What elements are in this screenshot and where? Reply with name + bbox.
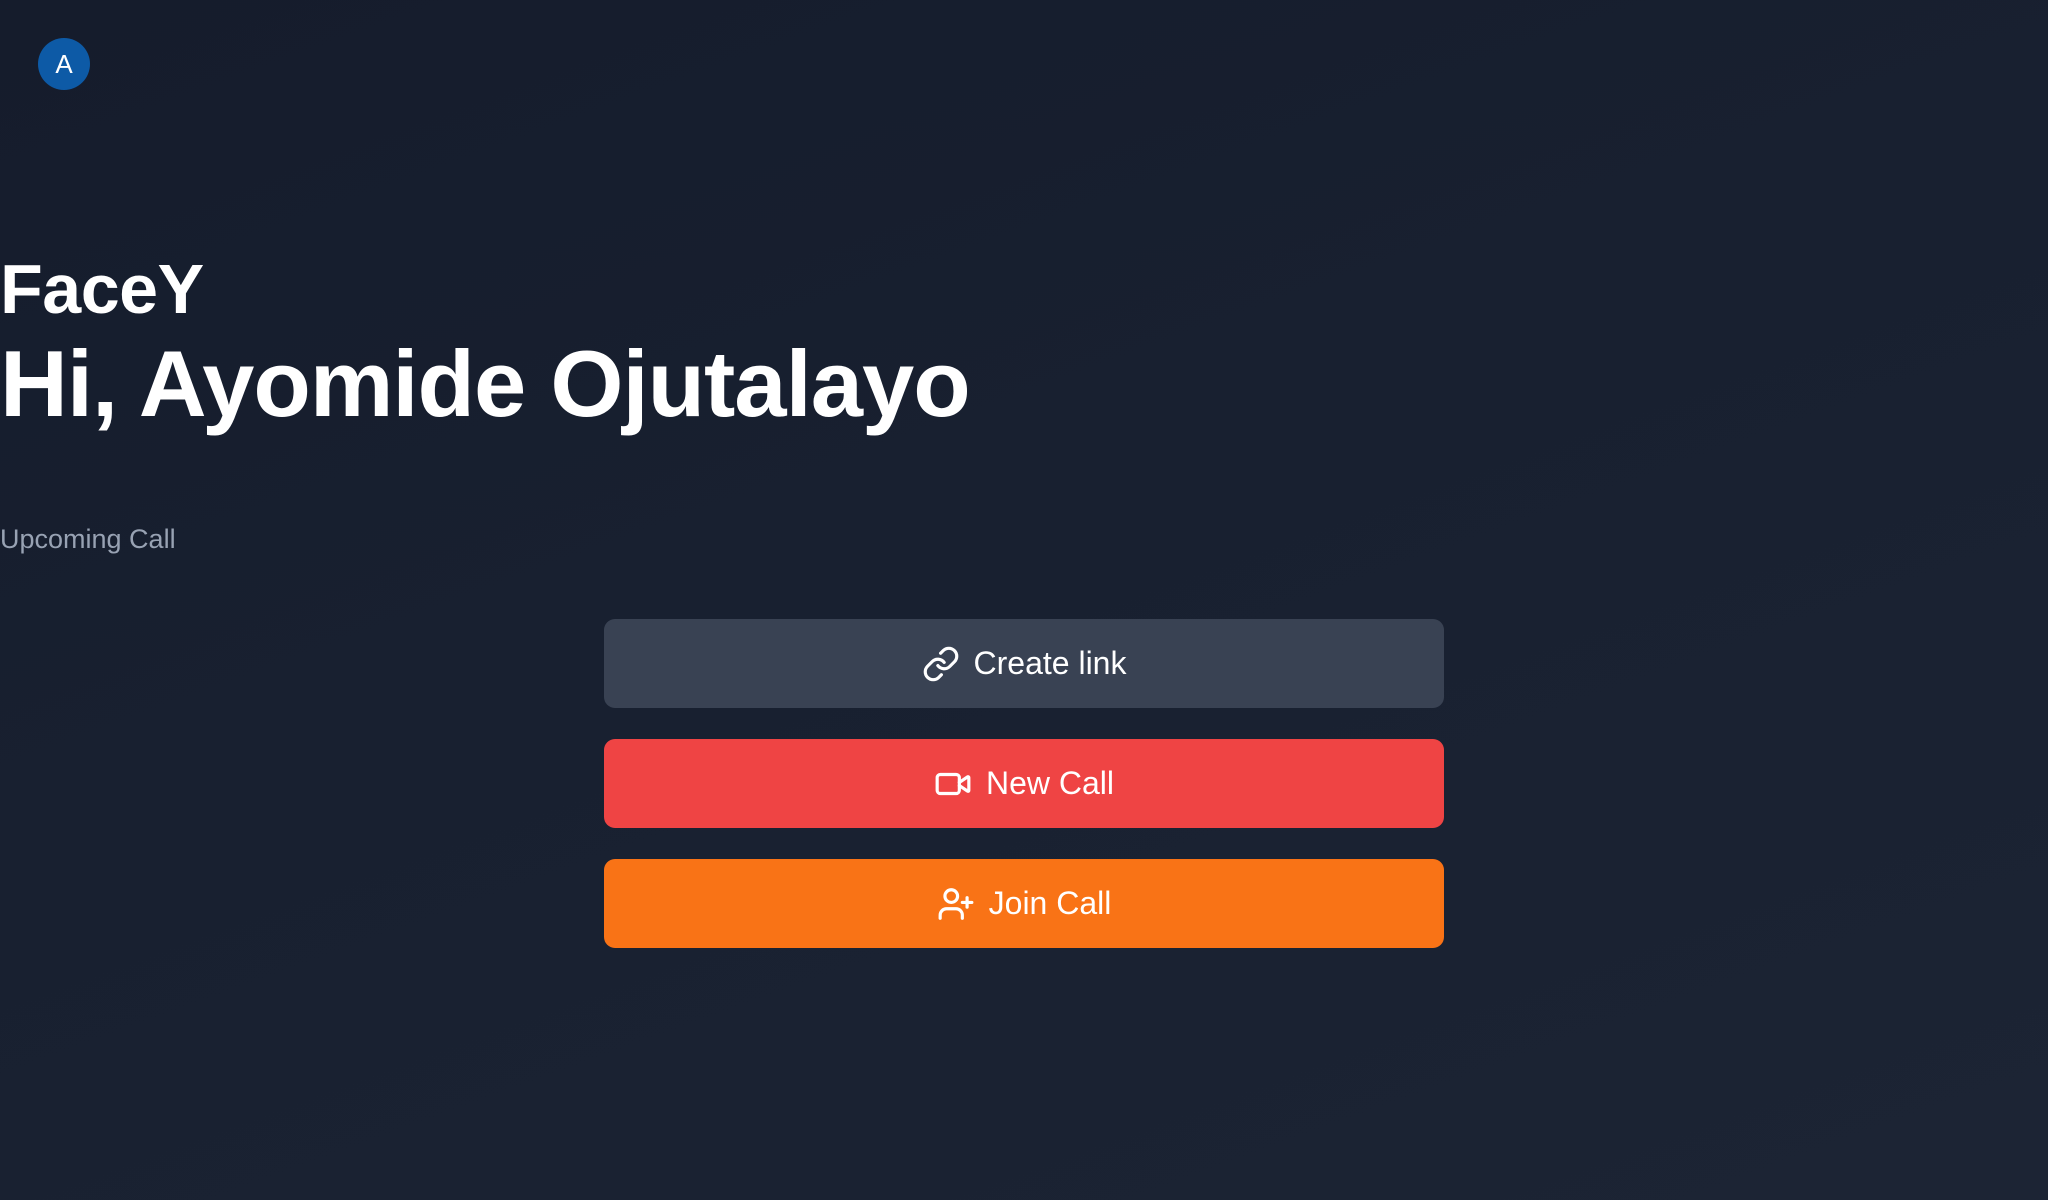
new-call-button[interactable]: New Call — [604, 739, 1444, 828]
video-camera-icon — [935, 772, 971, 795]
link-icon — [923, 646, 958, 681]
create-link-button[interactable]: Create link — [604, 619, 1444, 708]
join-call-label: Join Call — [988, 885, 1112, 921]
greeting-heading: Hi, Ayomide Ojutalayo — [0, 331, 971, 436]
user-plus-icon — [938, 887, 974, 920]
create-link-label: Create link — [973, 645, 1127, 681]
join-call-button[interactable]: Join Call — [604, 859, 1444, 948]
avatar[interactable]: A — [38, 38, 90, 90]
upcoming-call-label: Upcoming Call — [0, 524, 176, 554]
avatar-initial: A — [55, 48, 73, 79]
new-call-label: New Call — [985, 765, 1115, 801]
app-title: FaceY — [0, 250, 204, 328]
